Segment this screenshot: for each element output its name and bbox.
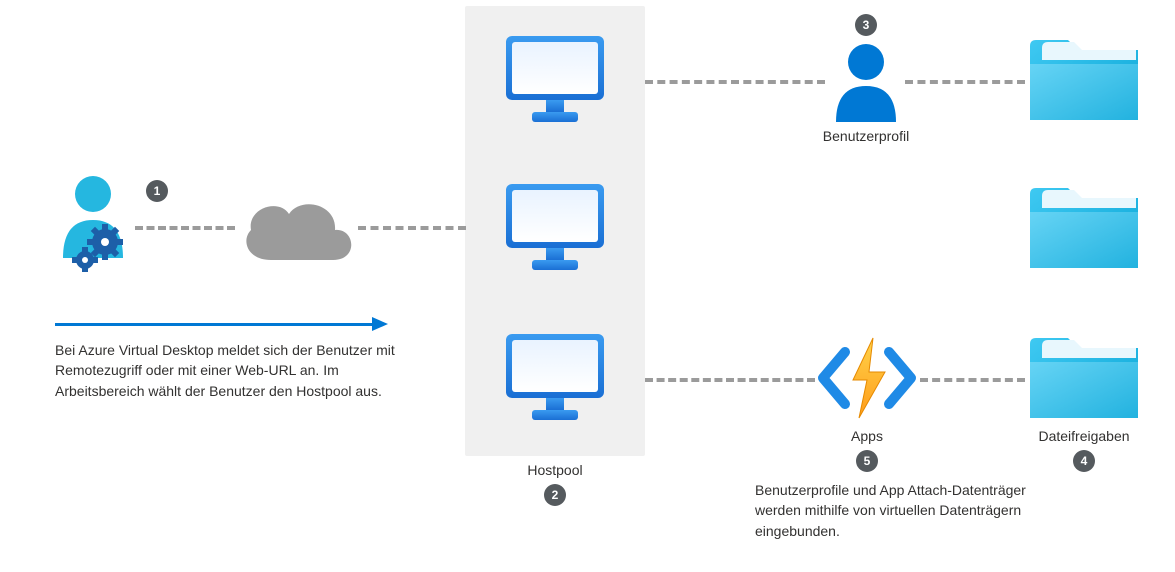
user-admin-icon [55, 172, 140, 272]
fileshares-label: Dateifreigaben [1018, 428, 1150, 444]
user-profile-icon [828, 40, 904, 126]
hostpool-label: Hostpool [465, 462, 645, 478]
connector-host-top-userprofile [645, 80, 825, 84]
cloud-icon [233, 190, 361, 270]
connector-host-bottom-apps [645, 378, 815, 382]
fileshare-folder-top [1024, 30, 1144, 130]
hostpool-monitor-top [500, 30, 610, 130]
hostpool-monitor-bottom [500, 328, 610, 428]
flow-arrow-head [372, 317, 388, 331]
badge-4: 4 [1073, 450, 1095, 472]
hostpool-monitor-middle [500, 178, 610, 278]
connector-cloud-hostpool [358, 226, 466, 230]
user-profile-label: Benutzerprofil [800, 128, 932, 144]
badge-1: 1 [146, 180, 168, 202]
connector-userprofile-folder [905, 80, 1025, 84]
description-right: Benutzerprofile und App Attach-Datenträg… [755, 480, 1075, 541]
fileshare-folder-bottom [1024, 328, 1144, 428]
apps-icon [815, 332, 919, 424]
badge-2: 2 [544, 484, 566, 506]
apps-label: Apps [815, 428, 919, 444]
diagram-stage: 1 Hostpool 2 [0, 0, 1175, 572]
flow-arrow-line [55, 323, 373, 326]
badge-5: 5 [856, 450, 878, 472]
fileshare-folder-middle [1024, 178, 1144, 278]
connector-user-cloud [135, 226, 235, 230]
badge-3: 3 [855, 14, 877, 36]
description-left: Bei Azure Virtual Desktop meldet sich de… [55, 340, 400, 401]
connector-apps-folder [920, 378, 1025, 382]
